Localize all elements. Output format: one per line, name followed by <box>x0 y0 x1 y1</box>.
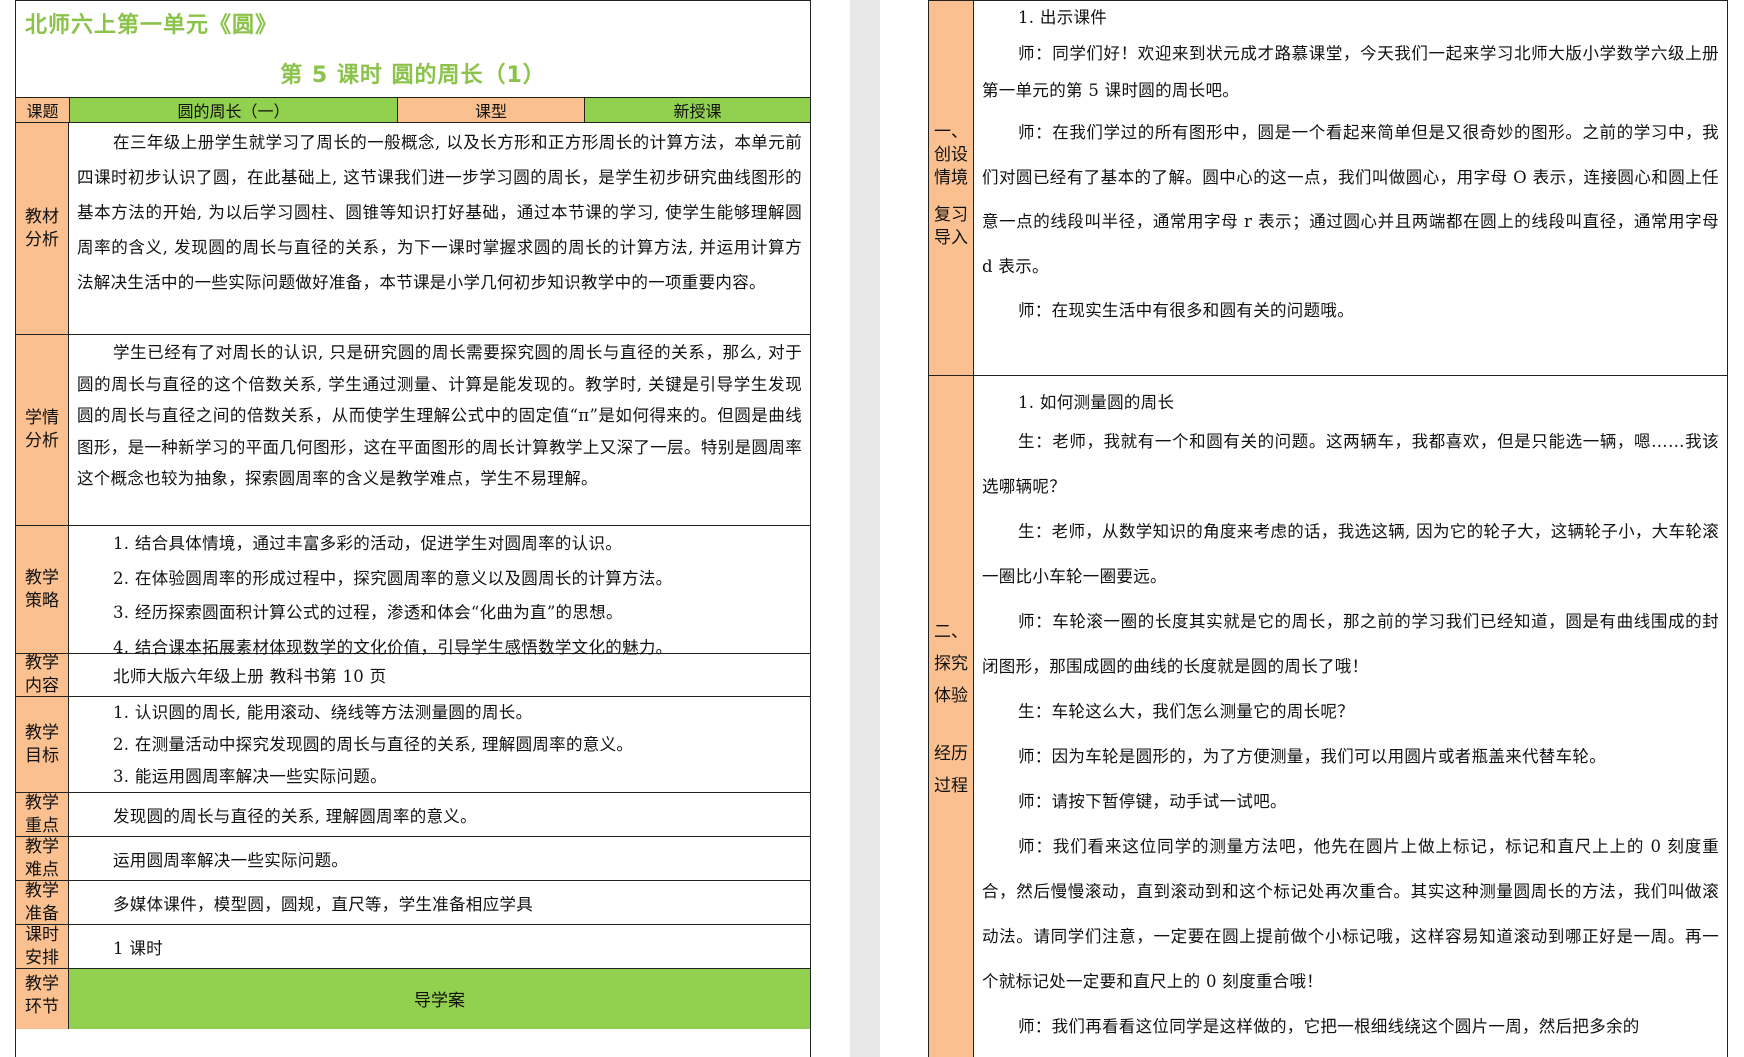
list-item: 2. 在体验圆周率的形成过程中，探究圆周率的意义以及圆周长的计算方法。 <box>113 568 673 588</box>
unit-title: 北师六上第一单元《圆》 <box>25 13 279 38</box>
goals-label: 教学 目标 <box>16 697 69 792</box>
section-intro-label-b: 复习 导入 <box>934 205 968 248</box>
difficulty-text: 运用圆周率解决一些实际问题。 <box>113 850 349 870</box>
paragraph: 生：车轮这么大，我们怎么测量它的周长呢？ <box>1018 702 1354 721</box>
preparation-label: 教学 准备 <box>16 881 69 924</box>
guide-label: 教学 环节 <box>16 969 69 1029</box>
content-label: 教学 内容 <box>16 653 69 696</box>
strategy-row: 教学 策略 1. 结合具体情境，通过丰富多彩的活动，促进学生对圆周率的认识。 2… <box>16 526 810 657</box>
difficulty-label: 教学 难点 <box>16 837 69 880</box>
paragraph: 师：在现实生活中有很多和圆有关的问题哦。 <box>1018 301 1354 320</box>
lesson-type-label: 课型 <box>398 98 585 122</box>
section-explore-label-a: 二、 探究 体验 <box>934 622 968 706</box>
textbook-analysis-label: 教材 分析 <box>16 123 69 334</box>
paragraph: 师：我们再看看这位同学是这样做的，它把一根细线绕这个圆片一周，然后把多余的 <box>1018 1017 1640 1036</box>
paragraph: 师：车轮滚一圈的长度其实就是它的周长，那之前的学习我们已经知道，圆是有曲线围成的… <box>982 612 1719 676</box>
paragraph: 师：请按下暂停键，动手试一试吧。 <box>1018 792 1287 811</box>
key-point-text: 发现圆的周长与直径的关系, 理解圆周率的意义。 <box>113 806 477 826</box>
preparation-text: 多媒体课件，模型圆，圆规，直尺等，学生准备相应学具 <box>113 894 533 914</box>
textbook-analysis-row: 教材 分析 在三年级上册学生就学习了周长的一般概念, 以及长方形和正方形周长的计… <box>16 123 810 335</box>
student-analysis-row: 学情 分析 学生已经有了对周长的认识, 只是研究圆的周长需要探究圆的周长与直径的… <box>16 335 810 526</box>
difficulty-row: 教学 难点 运用圆周率解决一些实际问题。 <box>16 837 810 881</box>
preparation-row: 教学 准备 多媒体课件，模型圆，圆规，直尺等，学生准备相应学具 <box>16 881 810 925</box>
strategy-list: 1. 结合具体情境，通过丰富多彩的活动，促进学生对圆周率的认识。 2. 在体验圆… <box>69 526 810 657</box>
content-row: 教学 内容 北师大版六年级上册 教科书第 10 页 <box>16 653 810 697</box>
guide-row: 教学 环节 导学案 <box>16 969 810 1029</box>
goals-row: 教学 目标 1. 认识圆的周长, 能用滚动、绕线等方法测量圆的周长。 2. 在测… <box>16 697 810 793</box>
topic-label: 课题 <box>16 98 70 122</box>
section-explore-row: 二、 探究 体验 经历 过程 1. 如何测量圆的周长 生：老师，我就有一个和圆有… <box>929 376 1727 1057</box>
list-item: 3. 经历探索圆面积计算公式的过程，渗透和体会“化曲为直”的思想。 <box>113 603 623 622</box>
key-point-label: 教学 重点 <box>16 793 69 836</box>
student-analysis-text: 学生已经有了对周长的认识, 只是研究圆的周长需要探究圆的周长与直径的关系，那么,… <box>77 343 802 488</box>
paragraph: 师：因为车轮是圆形的，为了方便测量，我们可以用圆片或者瓶盖来代替车轮。 <box>1018 747 1606 766</box>
section-intro-row: 一、 创设 情境 复习 导入 1. 出示课件 师：同学们好！欢迎来到状元成才路慕… <box>929 1 1727 376</box>
process-table: 一、 创设 情境 复习 导入 1. 出示课件 师：同学们好！欢迎来到状元成才路慕… <box>928 0 1728 1057</box>
section-explore-heading: 1. 如何测量圆的周长 <box>1018 393 1175 412</box>
key-point-row: 教学 重点 发现圆的周长与直径的关系, 理解圆周率的意义。 <box>16 793 810 837</box>
section-intro-label: 一、 创设 情境 复习 导入 <box>929 1 974 375</box>
list-item: 1. 认识圆的周长, 能用滚动、绕线等方法测量圆的周长。 <box>113 703 533 722</box>
content-text: 北师大版六年级上册 教科书第 10 页 <box>113 667 387 686</box>
lesson-type-value: 新授课 <box>585 98 810 122</box>
section-explore-label: 二、 探究 体验 经历 过程 <box>929 376 974 1057</box>
paragraph: 师：我们看来这位同学的测量方法吧，他先在圆片上做上标记，标记和直尺上上的 0 刻… <box>982 837 1719 991</box>
lesson-title: 第 5 课时 圆的周长（1） <box>280 63 546 88</box>
guide-title: 导学案 <box>69 969 810 1029</box>
section-explore-label-b: 经历 过程 <box>934 744 968 796</box>
paragraph: 生：老师，从数学知识的角度来考虑的话，我选这辆, 因为它的轮子大，这辆轮子小，大… <box>982 522 1719 586</box>
schedule-row: 课时 安排 1 课时 <box>16 925 810 969</box>
section-intro-heading: 1. 出示课件 <box>1018 8 1108 27</box>
right-page: 一、 创设 情境 复习 导入 1. 出示课件 师：同学们好！欢迎来到状元成才路慕… <box>880 0 1744 1057</box>
list-item: 1. 结合具体情境，通过丰富多彩的活动，促进学生对圆周率的认识。 <box>113 534 623 553</box>
strategy-label: 教学 策略 <box>16 526 69 653</box>
list-item: 2. 在测量活动中探究发现圆的周长与直径的关系, 理解圆周率的意义。 <box>113 735 634 754</box>
section-intro-label-a: 一、 创设 情境 <box>934 122 968 188</box>
left-page: 北师六上第一单元《圆》 第 5 课时 圆的周长（1） 课题 圆的周长（一） 课型… <box>0 0 850 1057</box>
paragraph: 师：同学们好！欢迎来到状元成才路慕课堂，今天我们一起来学习北师大版小学数学六级上… <box>982 44 1719 100</box>
paragraph: 生：老师，我就有一个和圆有关的问题。这两辆车，我都喜欢，但是只能选一辆，嗯……我… <box>982 432 1719 496</box>
goals-list: 1. 认识圆的周长, 能用滚动、绕线等方法测量圆的周长。 2. 在测量活动中探究… <box>69 697 810 792</box>
schedule-label: 课时 安排 <box>16 925 69 968</box>
paragraph: 师：在我们学过的所有图形中，圆是一个看起来简单但是又很奇妙的图形。之前的学习中，… <box>982 123 1719 276</box>
topic-row: 课题 圆的周长（一） 课型 新授课 <box>16 98 810 123</box>
student-analysis-label: 学情 分析 <box>16 335 69 525</box>
topic-value: 圆的周长（一） <box>70 98 398 122</box>
list-item: 3. 能运用圆周率解决一些实际问题。 <box>113 767 387 786</box>
textbook-analysis-text: 在三年级上册学生就学习了周长的一般概念, 以及长方形和正方形周长的计算方法，本单… <box>77 133 802 292</box>
schedule-text: 1 课时 <box>113 938 163 958</box>
lesson-plan-table: 北师六上第一单元《圆》 第 5 课时 圆的周长（1） 课题 圆的周长（一） 课型… <box>15 0 811 1057</box>
document-header: 北师六上第一单元《圆》 第 5 课时 圆的周长（1） <box>16 1 810 98</box>
